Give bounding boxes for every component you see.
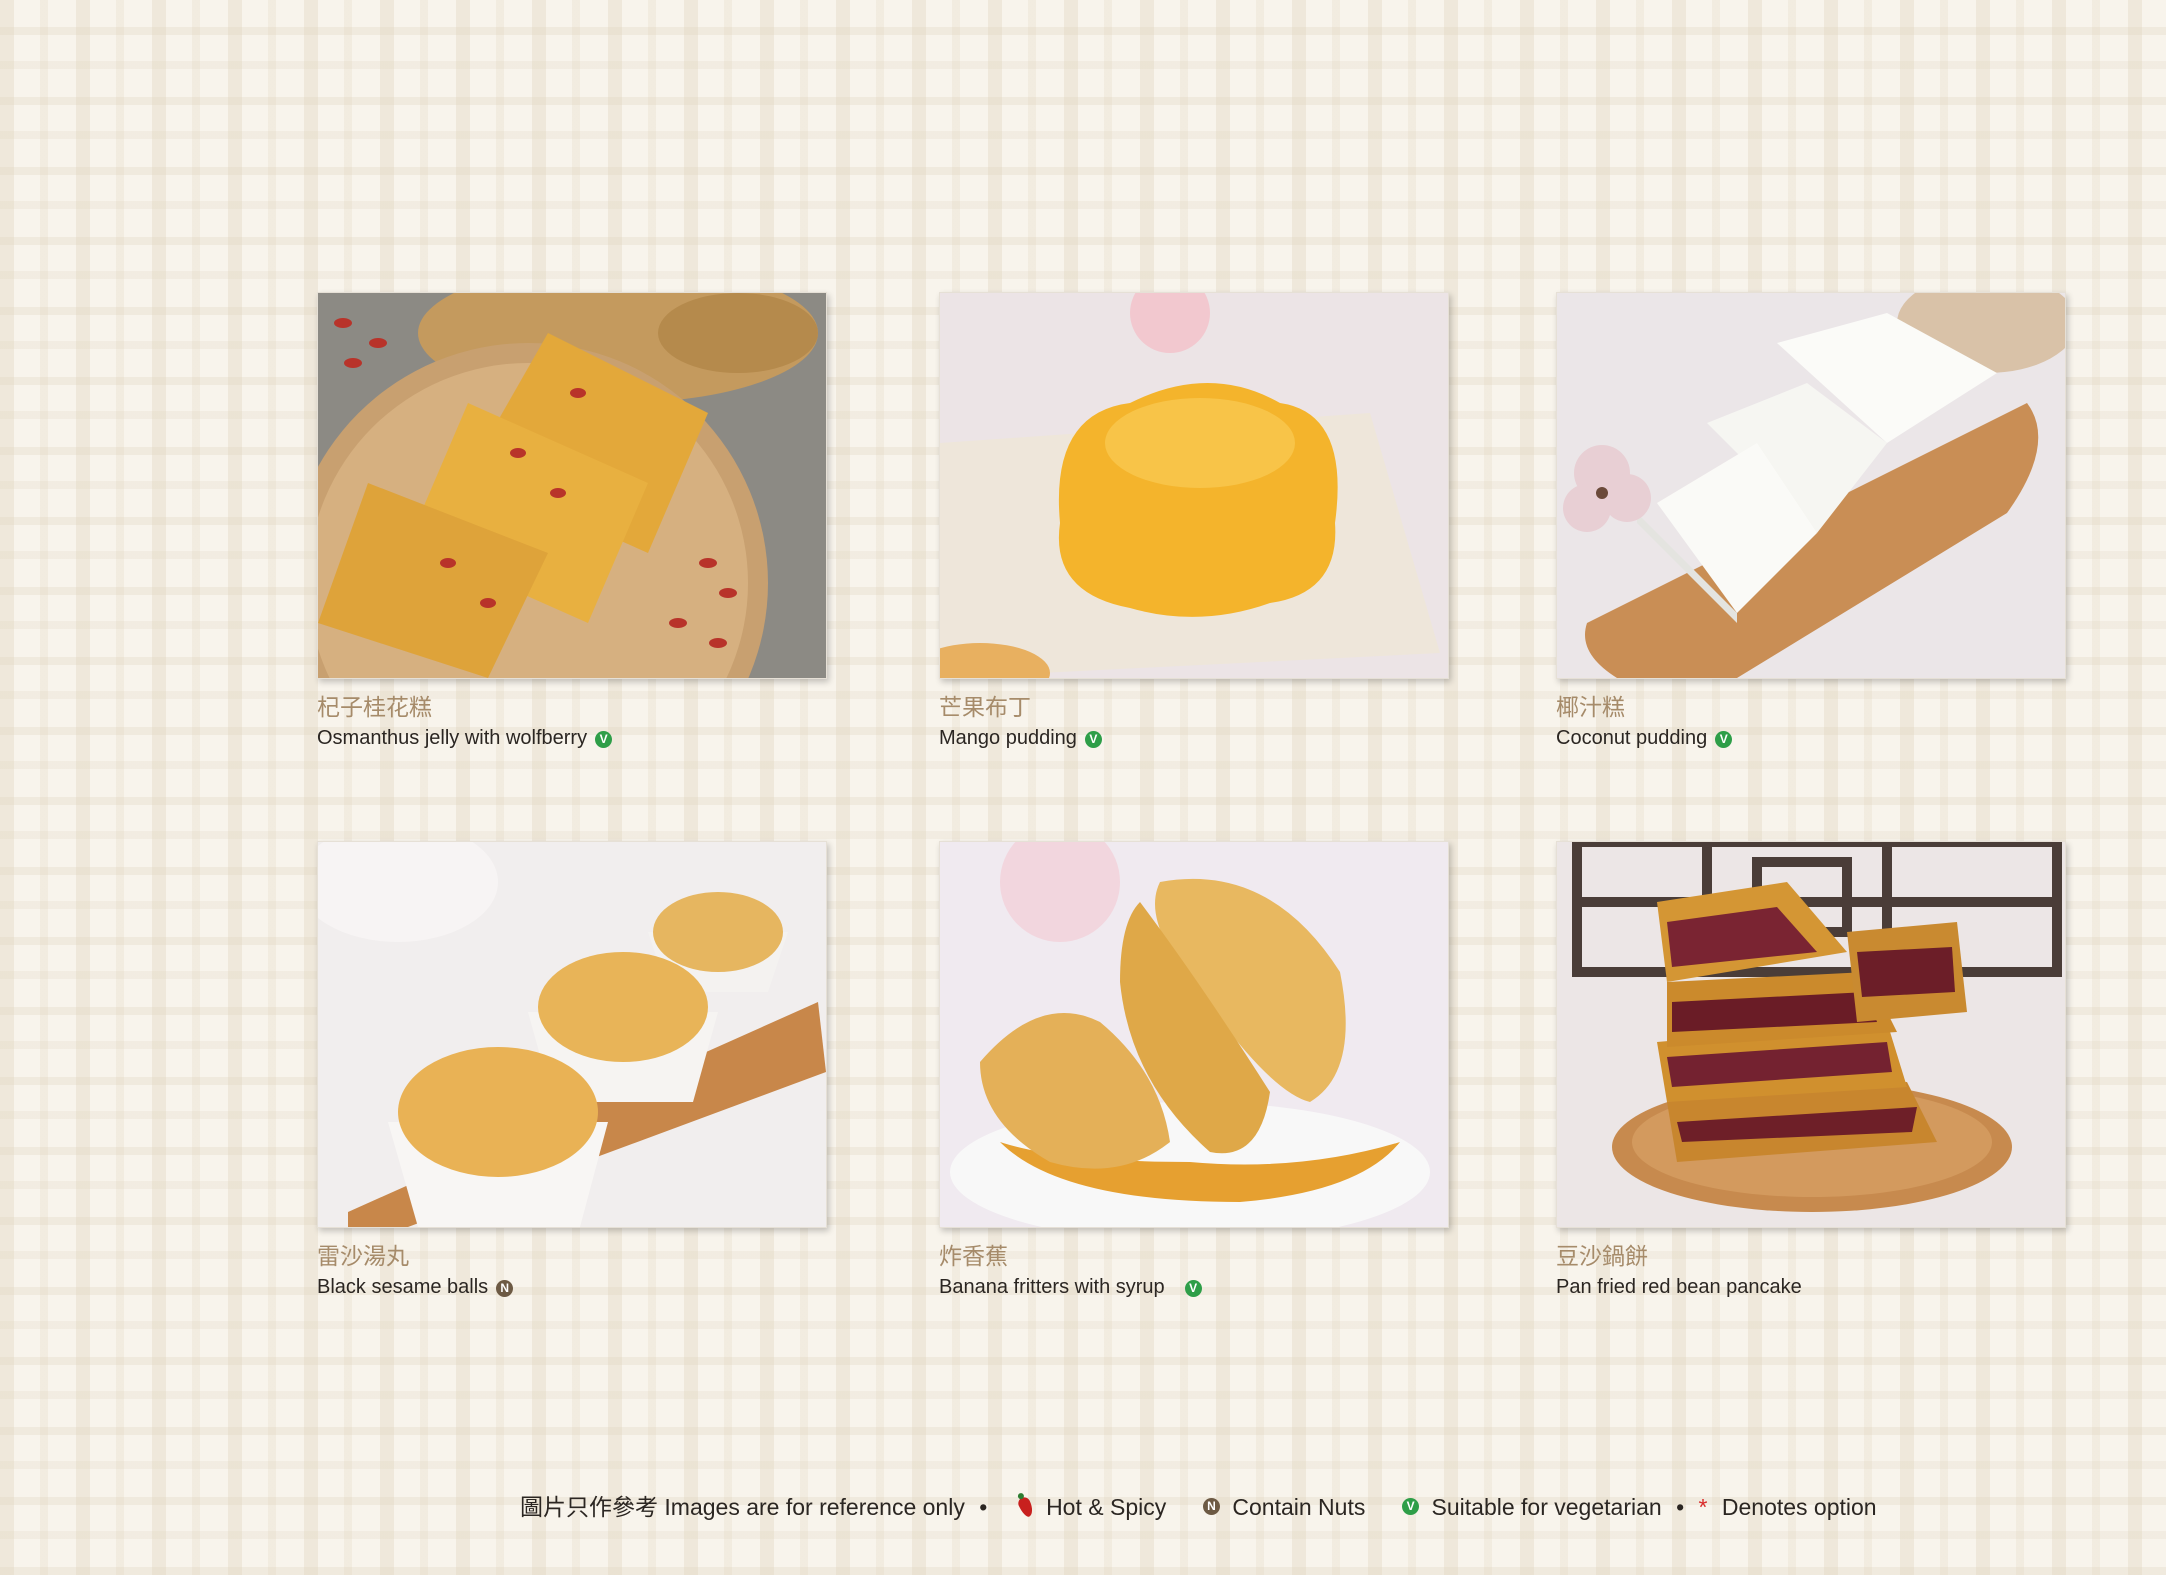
vegetarian-icon: V bbox=[1402, 1498, 1420, 1516]
hot-spicy-label: Hot & Spicy bbox=[1046, 1493, 1167, 1520]
dish-english-name: Osmanthus jelly with wolfberry bbox=[317, 727, 588, 749]
menu-item-coconut-pudding: 椰汁糕 Coconut pudding V bbox=[1556, 292, 2066, 751]
osmanthus-jelly-photo bbox=[317, 292, 827, 679]
dish-english-name: Coconut pudding bbox=[1556, 727, 1708, 749]
dish-english-name: Banana fritters with syrup bbox=[939, 1276, 1165, 1298]
bullet-separator: • bbox=[1676, 1493, 1685, 1520]
dish-chinese-name: 雷沙湯丸 bbox=[317, 1244, 409, 1270]
coconut-pudding-photo bbox=[1556, 292, 2066, 679]
dish-english-name: Mango pudding bbox=[939, 727, 1077, 749]
mango-pudding-photo bbox=[939, 292, 1449, 679]
footer-legend: 圖片只作參考 Images are for reference only • H… bbox=[520, 1490, 1877, 1522]
contain-nuts-label: Contain Nuts bbox=[1232, 1493, 1366, 1520]
vegetarian-icon: V bbox=[1715, 731, 1733, 748]
menu-item-mango-pudding: 芒果布丁 Mango pudding V bbox=[939, 292, 1449, 751]
dish-chinese-name: 杞子桂花糕 bbox=[317, 695, 432, 721]
dish-english-line: Pan fried red bean pancake bbox=[1556, 1274, 2066, 1300]
vegetarian-icon: V bbox=[1084, 731, 1102, 748]
black-sesame-balls-photo bbox=[317, 841, 827, 1228]
reference-note: 圖片只作參考 Images are for reference only bbox=[520, 1493, 965, 1520]
dish-chinese-name: 炸香蕉 bbox=[939, 1244, 1008, 1270]
menu-item-red-bean-pancake: 豆沙鍋餅 Pan fried red bean pancake bbox=[1556, 841, 2066, 1300]
banana-fritters-photo bbox=[939, 841, 1449, 1228]
dish-english-name: Pan fried red bean pancake bbox=[1556, 1276, 1802, 1298]
dish-chinese-name: 椰汁糕 bbox=[1556, 695, 1625, 721]
dish-chinese-name: 豆沙鍋餅 bbox=[1556, 1244, 1648, 1270]
dish-english-line: Coconut pudding V bbox=[1556, 725, 2066, 751]
dish-chinese-name: 芒果布丁 bbox=[939, 695, 1031, 721]
dish-english-name: Black sesame balls bbox=[317, 1276, 489, 1298]
chili-icon bbox=[1016, 1495, 1036, 1519]
dish-english-line: Mango pudding V bbox=[939, 725, 1449, 751]
bullet-separator: • bbox=[979, 1493, 988, 1520]
red-bean-pancake-photo bbox=[1556, 841, 2066, 1228]
menu-item-osmanthus-jelly: 杞子桂花糕 Osmanthus jelly with wolfberry V bbox=[317, 292, 827, 751]
menu-item-banana-fritters: 炸香蕉 Banana fritters with syrup V bbox=[939, 841, 1449, 1300]
asterisk-icon: * bbox=[1698, 1493, 1708, 1520]
contain-nuts-icon: N bbox=[1203, 1498, 1220, 1516]
contain-nuts-icon: N bbox=[496, 1280, 514, 1297]
dish-english-line: Osmanthus jelly with wolfberry V bbox=[317, 725, 827, 751]
menu-item-black-sesame-balls: 雷沙湯丸 Black sesame balls N bbox=[317, 841, 827, 1300]
vegetarian-icon: V bbox=[595, 731, 613, 748]
dish-english-line: Black sesame balls N bbox=[317, 1274, 827, 1300]
vegetarian-icon: V bbox=[1184, 1280, 1202, 1297]
vegetarian-label: Suitable for vegetarian bbox=[1431, 1493, 1662, 1520]
denotes-option-label: Denotes option bbox=[1721, 1493, 1877, 1520]
dish-english-line: Banana fritters with syrup V bbox=[939, 1274, 1449, 1300]
